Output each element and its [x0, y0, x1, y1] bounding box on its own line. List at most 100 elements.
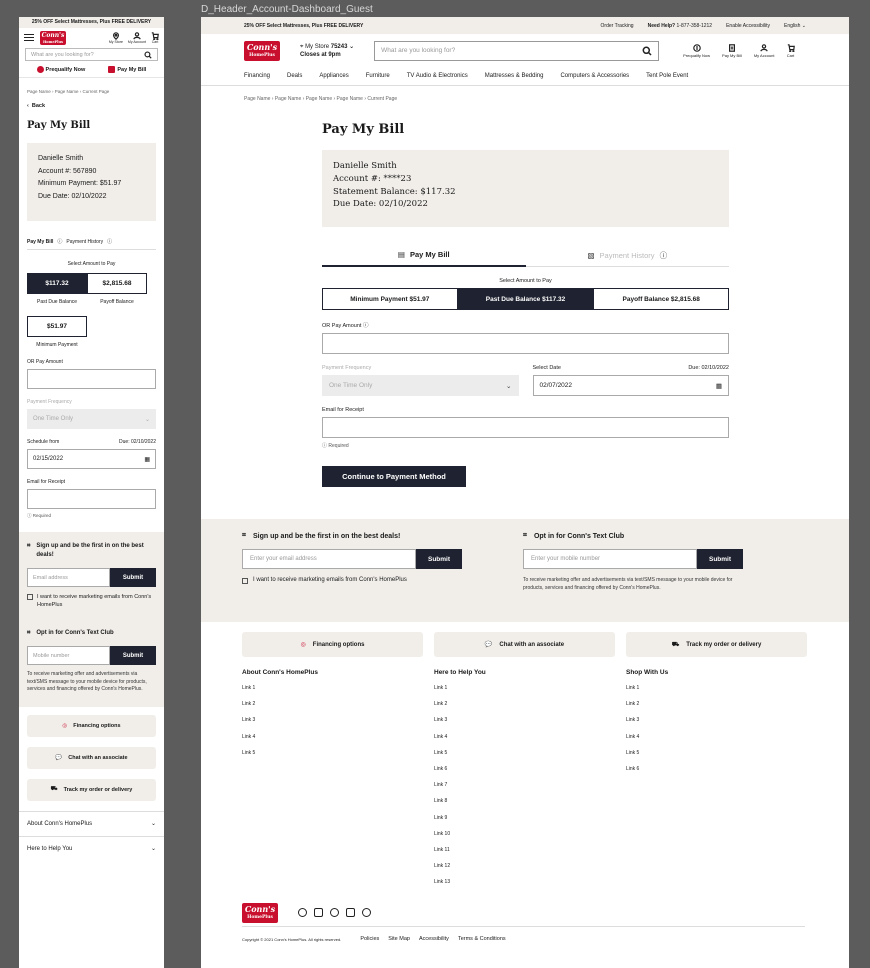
date-input[interactable]: 02/07/2022 ▦ — [532, 375, 729, 396]
tab-payment-history[interactable]: Payment History — [66, 239, 103, 245]
footer-link[interactable]: Link 3 — [626, 717, 818, 733]
footer-link[interactable]: Link 2 — [626, 701, 818, 717]
track-order-button[interactable]: ⛟ Track my order or delivery — [27, 778, 156, 801]
pinterest-icon[interactable] — [362, 908, 371, 917]
footer-link[interactable]: Link 1 — [626, 685, 818, 701]
footer-link[interactable]: Link 6 — [434, 766, 626, 782]
amount-payoff[interactable]: $2,815.68 — [87, 273, 147, 294]
email-input[interactable] — [27, 489, 156, 509]
footer-link[interactable]: Link 4 — [242, 734, 434, 750]
hamburger-icon[interactable] — [24, 34, 34, 41]
chat-button[interactable]: 💬 Chat with an associate — [434, 632, 615, 657]
language-select[interactable]: English ⌄ — [784, 23, 806, 29]
logo[interactable]: Conn's HomePlus — [244, 40, 280, 61]
need-help-link[interactable]: Need Help? 1-877-358-1212 — [648, 23, 713, 29]
tab-pay-my-bill[interactable]: ▤ Pay My Bill — [322, 244, 526, 267]
nav-item[interactable]: Deals — [287, 73, 302, 79]
breadcrumb[interactable]: Page Name › Page Name › Page Name › Page… — [201, 96, 849, 102]
my-store-button[interactable]: ⌖ My Store 75243 ⌄ Closes at 9pm — [300, 43, 354, 59]
footer-link[interactable]: Link 3 — [242, 717, 434, 733]
email-signup-input[interactable]: Email address — [27, 568, 110, 587]
nav-item[interactable]: Computers & Accessories — [560, 73, 629, 79]
promo-text[interactable]: 25% OFF Select Mattresses, Plus FREE DEL… — [244, 23, 363, 29]
footer-link[interactable]: Link 10 — [434, 831, 626, 847]
footer-link[interactable]: Link 8 — [434, 798, 626, 814]
financing-options-button[interactable]: ◎ Financing options — [242, 632, 423, 657]
cart-button[interactable]: Cart — [787, 43, 795, 58]
nav-item[interactable]: Furniture — [366, 73, 390, 79]
logo[interactable]: Conn's HomePlus — [40, 30, 66, 45]
pay-amount-input[interactable] — [27, 369, 156, 389]
accessibility-link[interactable]: Enable Accessibility — [726, 23, 770, 29]
footer-link[interactable]: Link 9 — [434, 815, 626, 831]
footer-link[interactable]: Link 11 — [434, 847, 626, 863]
mobile-number-input[interactable]: Enter your mobile number — [523, 549, 697, 569]
nav-item[interactable]: Financing — [244, 73, 270, 79]
twitter-icon[interactable] — [330, 908, 339, 917]
footer-link[interactable]: Link 1 — [434, 685, 626, 701]
footer-link[interactable]: Link 4 — [434, 734, 626, 750]
accessibility-link[interactable]: Accessibility — [419, 936, 449, 942]
nav-item[interactable]: TV Audio & Electronics — [407, 73, 468, 79]
search-input[interactable]: What are you looking for? — [25, 48, 158, 61]
footer-link[interactable]: Link 7 — [434, 782, 626, 798]
terms-link[interactable]: Terms & Conditions — [458, 936, 506, 942]
calendar-icon[interactable]: ▦ — [144, 456, 150, 463]
amount-past-due[interactable]: $117.32 — [27, 273, 87, 294]
pay-bill-link[interactable]: Pay My Bill — [108, 66, 146, 73]
promo-banner[interactable]: 25% OFF Select Mattresses, Plus FREE DEL… — [19, 17, 164, 28]
my-account-button[interactable]: My Account — [754, 43, 775, 58]
pay-amount-input[interactable] — [322, 333, 729, 354]
footer-link[interactable]: Link 5 — [626, 750, 818, 766]
amount-minimum[interactable]: Minimum Payment $51.97 — [322, 288, 458, 310]
tab-pay-my-bill[interactable]: Pay My Bill — [27, 239, 53, 245]
footer-link[interactable]: Link 2 — [434, 701, 626, 717]
footer-link[interactable]: Link 4 — [626, 734, 818, 750]
financing-options-button[interactable]: ◎ Financing options — [27, 714, 156, 737]
my-account-button[interactable]: My Account — [128, 31, 146, 44]
search-icon[interactable] — [144, 50, 152, 59]
track-order-button[interactable]: ⛟ Track my order or delivery — [626, 632, 807, 657]
cart-button[interactable]: Cart — [151, 31, 159, 44]
footer-logo[interactable]: Conn's HomePlus — [242, 902, 278, 923]
mobile-number-input[interactable]: Mobile number — [27, 646, 110, 665]
pay-bill-button[interactable]: Pay My Bill — [722, 43, 742, 58]
search-input[interactable]: What are you looking for? — [374, 40, 660, 61]
amount-past-due[interactable]: Past Due Balance $117.32 — [457, 288, 594, 310]
accordion-about[interactable]: About Conn's HomePlus ⌄ — [19, 810, 164, 836]
footer-link[interactable]: Link 3 — [434, 717, 626, 733]
search-icon[interactable] — [642, 46, 652, 56]
footer-link[interactable]: Link 6 — [626, 766, 818, 782]
footer-link[interactable]: Link 12 — [434, 863, 626, 879]
nav-item[interactable]: Tent Pole Event — [646, 73, 688, 79]
amount-minimum[interactable]: $51.97 — [27, 316, 87, 337]
footer-link[interactable]: Link 2 — [242, 701, 434, 717]
email-submit-button[interactable]: Submit — [110, 568, 156, 587]
text-submit-button[interactable]: Submit — [110, 646, 156, 665]
my-store-button[interactable]: My Store — [109, 31, 123, 44]
prequalify-link[interactable]: Prequalify Now — [36, 66, 85, 73]
text-submit-button[interactable]: Submit — [697, 549, 743, 569]
policies-link[interactable]: Policies — [360, 936, 379, 942]
back-button[interactable]: ‹ Back — [27, 103, 156, 109]
footer-link[interactable]: Link 5 — [242, 750, 434, 766]
calendar-icon[interactable]: ▦ — [716, 382, 722, 390]
continue-button[interactable]: Continue to Payment Method — [322, 466, 466, 487]
accordion-help[interactable]: Here to Help You ⌄ — [19, 835, 164, 861]
marketing-checkbox[interactable] — [27, 594, 33, 600]
facebook-icon[interactable] — [298, 908, 307, 917]
footer-link[interactable]: Link 13 — [434, 879, 626, 895]
site-map-link[interactable]: Site Map — [388, 936, 410, 942]
prequalify-button[interactable]: Prequalify Now — [683, 43, 710, 58]
instagram-icon[interactable] — [314, 908, 323, 917]
breadcrumb[interactable]: Page Name › Page Name › Current Page — [27, 89, 156, 94]
nav-item[interactable]: Mattresses & Bedding — [485, 73, 544, 79]
footer-link[interactable]: Link 5 — [434, 750, 626, 766]
nav-item[interactable]: Appliances — [319, 73, 348, 79]
footer-link[interactable]: Link 1 — [242, 685, 434, 701]
marketing-checkbox[interactable] — [242, 578, 248, 584]
date-input[interactable]: 02/15/2022 ▦ — [27, 449, 156, 469]
youtube-icon[interactable] — [346, 908, 355, 917]
email-submit-button[interactable]: Submit — [416, 549, 462, 569]
email-signup-input[interactable]: Enter your email address — [242, 549, 416, 569]
